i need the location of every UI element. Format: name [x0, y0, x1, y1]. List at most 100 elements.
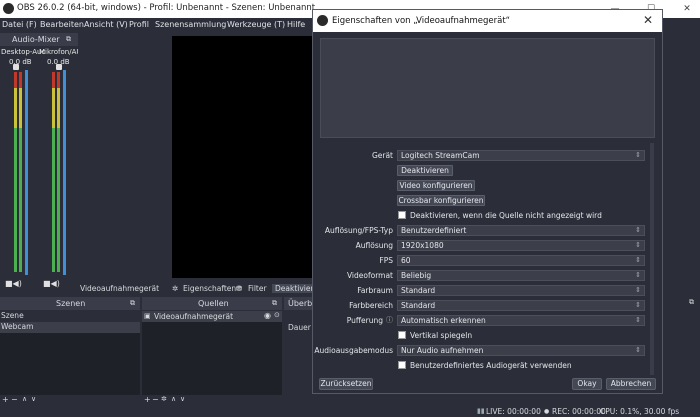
fps-select[interactable]: 60 ⇕ — [397, 255, 645, 266]
audio-output-mode-select[interactable]: Nur Audio aufnehmen ⇕ — [397, 345, 645, 356]
dialog-source-preview — [320, 38, 655, 138]
gear-icon: ✲ — [172, 284, 179, 293]
menu-tools[interactable]: Werkzeuge (T) — [227, 20, 285, 29]
lock-icon[interactable]: ⊙ — [274, 311, 280, 319]
buffering-select[interactable]: Automatisch erkennen ⇕ — [397, 315, 645, 326]
menu-help[interactable]: Hilfe — [287, 20, 305, 29]
cancel-button[interactable]: Abbrechen — [606, 378, 656, 390]
menu-edit[interactable]: Bearbeiten — [40, 20, 84, 29]
close-button[interactable]: ✕ — [676, 1, 698, 17]
menu-view[interactable]: Ansicht (V) — [84, 20, 128, 29]
status-rec: REC: 00:00:00 — [552, 407, 606, 416]
status-cpu: CPU: 0.1%, 30.00 fps — [600, 407, 680, 416]
move-up-icon[interactable]: ∧ — [171, 395, 176, 403]
desktop-volume-fader[interactable] — [25, 70, 28, 275]
dialog-close-button[interactable]: ✕ — [643, 13, 653, 27]
scenes-list-header: Szene — [0, 311, 140, 322]
eye-icon[interactable]: ◉ — [264, 311, 271, 320]
deactivate-when-hidden-label: Deaktivieren, wenn die Quelle nicht ange… — [410, 211, 602, 220]
transitions-title: Überb — [288, 299, 313, 308]
audio-mixer-panel — [0, 46, 78, 291]
configure-video-button[interactable]: Video konfigurieren — [397, 180, 475, 191]
resolution-label: Auflösung — [355, 241, 393, 250]
source-item[interactable]: ▣ Videoaufnahmegerät ◉ ⊙ — [142, 311, 282, 322]
scenes-dock-header: Szenen ⧉ — [0, 297, 140, 310]
sources-list: ▣ Videoaufnahmegerät ◉ ⊙ — [142, 311, 282, 395]
info-icon[interactable]: ⓘ — [386, 315, 393, 325]
color-range-value: Standard — [401, 301, 436, 310]
transitions-dock-header: Überb — [284, 297, 314, 310]
color-space-select[interactable]: Standard ⇕ — [397, 285, 645, 296]
audio-output-mode-label: Audioausgabemodus — [314, 346, 393, 355]
channel-mic-name: Mikrofon/AU — [39, 48, 82, 56]
ok-button[interactable]: Okay — [572, 378, 602, 390]
resolution-fps-type-value: Benutzerdefiniert — [401, 226, 467, 235]
add-source-button[interactable]: + — [144, 395, 151, 404]
undock-icon[interactable]: ⧉ — [66, 35, 71, 44]
duration-label: Dauer — [288, 323, 311, 332]
deactivate-when-hidden-checkbox[interactable] — [398, 211, 406, 219]
flip-vertical-checkbox[interactable] — [398, 331, 406, 339]
audio-mixer-header: Audio-Mixer ⧉ — [0, 33, 78, 46]
properties-scrollbar[interactable] — [650, 143, 654, 375]
undock-icon[interactable]: ⧉ — [130, 299, 135, 308]
preview-canvas[interactable] — [172, 36, 314, 278]
defaults-button[interactable]: Zurücksetzen — [319, 378, 373, 390]
source-item-name: Videoaufnahmegerät — [154, 312, 234, 321]
fps-value: 60 — [401, 256, 411, 265]
dialog-title-bar: Eigenschaften von „Videoaufnahmegerät“ ✕ — [313, 10, 662, 32]
gear-icon[interactable]: ✲ — [161, 395, 167, 403]
sources-title: Quellen — [198, 299, 229, 308]
chevron-updown-icon: ⇕ — [635, 226, 641, 234]
chevron-updown-icon: ⇕ — [635, 241, 641, 249]
video-format-label: Videoformat — [346, 271, 393, 280]
deactivate-button[interactable]: Deaktivieren — [397, 165, 453, 176]
resolution-fps-type-select[interactable]: Benutzerdefiniert ⇕ — [397, 225, 645, 236]
desktop-mute-speaker-icon[interactable]: ■◀) — [5, 279, 22, 289]
chevron-updown-icon: ⇕ — [635, 316, 641, 324]
desktop-level-meter-right — [19, 72, 22, 272]
configure-crossbar-button[interactable]: Crossbar konfigurieren — [397, 195, 485, 206]
source-filter-button[interactable]: Filter — [248, 284, 267, 293]
add-scene-button[interactable]: + — [2, 395, 9, 404]
chevron-updown-icon: ⇕ — [635, 271, 641, 279]
menu-profile[interactable]: Profil — [129, 20, 149, 29]
undock-icon[interactable]: ⧉ — [689, 298, 694, 307]
color-range-select[interactable]: Standard ⇕ — [397, 300, 645, 311]
custom-audio-device-label: Benutzerdefiniertes Audiogerät verwenden — [410, 361, 572, 370]
scenes-title: Szenen — [56, 299, 86, 308]
rec-indicator-icon: ● — [544, 408, 550, 415]
mic-volume-fader[interactable] — [63, 70, 66, 275]
move-up-icon[interactable]: ∧ — [22, 395, 27, 403]
audio-output-mode-value: Nur Audio aufnehmen — [401, 346, 484, 355]
remove-source-button[interactable]: − — [152, 395, 159, 404]
resolution-select[interactable]: 1920x1080 ⇕ — [397, 240, 645, 251]
buffering-label: Pufferung — [346, 316, 383, 325]
move-down-icon[interactable]: ∨ — [31, 395, 36, 403]
transitions-panel: Dauer — [284, 311, 314, 395]
move-down-icon[interactable]: ∨ — [180, 395, 185, 403]
desktop-volume-knob[interactable] — [13, 64, 19, 70]
scene-item-webcam[interactable]: Webcam — [0, 322, 140, 333]
source-properties-button[interactable]: Eigenschaften — [183, 284, 236, 293]
remove-scene-button[interactable]: − — [11, 395, 18, 404]
buffering-value: Automatisch erkennen — [401, 316, 486, 325]
chevron-updown-icon: ⇕ — [635, 151, 641, 159]
color-space-label: Farbraum — [357, 286, 393, 295]
device-select-value: Logitech StreamCam — [401, 151, 480, 160]
menu-scene-collection[interactable]: Szenensammlung — [155, 20, 226, 29]
scenes-list: Szene Webcam — [0, 311, 140, 395]
mic-mute-speaker-icon[interactable]: ■◀) — [43, 279, 60, 289]
video-format-value: Beliebig — [401, 271, 432, 280]
chevron-updown-icon: ⇕ — [635, 301, 641, 309]
video-format-select[interactable]: Beliebig ⇕ — [397, 270, 645, 281]
mic-volume-knob[interactable] — [56, 64, 62, 70]
obs-logo-icon — [317, 15, 328, 26]
undock-icon[interactable]: ⧉ — [272, 299, 277, 308]
properties-dialog: Eigenschaften von „Videoaufnahmegerät“ ✕… — [312, 9, 663, 394]
device-select[interactable]: Logitech StreamCam ⇕ — [397, 150, 645, 161]
menu-file[interactable]: Datei (F) — [2, 20, 37, 29]
custom-audio-device-checkbox[interactable] — [398, 361, 406, 369]
camera-icon: ▣ — [144, 312, 151, 320]
window-title: OBS 26.0.2 (64-bit, windows) - Profil: U… — [17, 3, 316, 13]
